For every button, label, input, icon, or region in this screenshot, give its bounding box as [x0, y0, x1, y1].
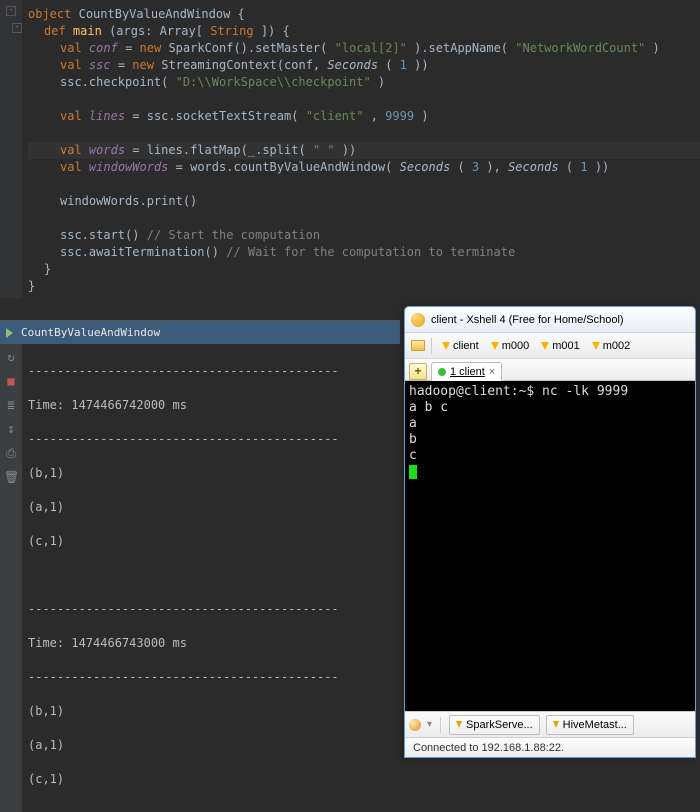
stop-icon[interactable]: ■: [4, 374, 18, 388]
sparkserver-button[interactable]: SparkServe...: [449, 715, 540, 735]
xshell-app-icon: [411, 313, 425, 327]
hivemetastore-button[interactable]: HiveMetast...: [546, 715, 634, 735]
xshell-title-text: client - Xshell 4 (Free for Home/School): [431, 314, 624, 326]
print-icon[interactable]: ⎙: [4, 446, 18, 460]
terminal-line: b: [409, 432, 691, 448]
keyword: def: [44, 24, 66, 38]
xshell-tabbar: + 1 client ×: [405, 359, 695, 381]
console-output[interactable]: ----------------------------------------…: [22, 344, 400, 812]
xshell-toolbar: client m000 m001 m002: [405, 333, 695, 359]
cursor-icon: [409, 465, 417, 479]
bolt-icon: [541, 342, 549, 350]
terminal-line: hadoop@client:~$ nc -lk 9999: [409, 384, 691, 400]
folder-icon[interactable]: [411, 340, 425, 351]
separator: [431, 338, 432, 354]
fn-name: main: [73, 24, 102, 38]
terminal-line: c: [409, 448, 691, 464]
session-client[interactable]: client: [438, 339, 483, 353]
gear-icon[interactable]: [409, 719, 421, 731]
run-header[interactable]: CountByValueAndWindow: [0, 320, 400, 344]
tab-client[interactable]: 1 client ×: [431, 362, 502, 381]
keyword: object: [28, 7, 71, 21]
bolt-icon: [553, 721, 559, 728]
tab-label: 1 client: [450, 366, 485, 378]
pause-icon[interactable]: ≣: [4, 398, 18, 412]
terminal-line: a b c: [409, 400, 691, 416]
session-m002[interactable]: m002: [588, 339, 635, 353]
scroll-icon[interactable]: ↧: [4, 422, 18, 436]
console-pane: ↻ ■ ≣ ↧ ⎙ 🗑 ----------------------------…: [0, 344, 400, 812]
xshell-statusbar: Connected to 192.168.1.88:22.: [405, 737, 695, 757]
session-m000[interactable]: m000: [487, 339, 534, 353]
session-m001[interactable]: m001: [537, 339, 584, 353]
separator: [440, 717, 441, 733]
bolt-icon: [592, 342, 600, 350]
bolt-icon: [456, 721, 462, 728]
xshell-bottombar: ▾ SparkServe... HiveMetast...: [405, 711, 695, 737]
add-tab-button[interactable]: +: [409, 363, 427, 380]
fold-handle[interactable]: -: [12, 23, 22, 33]
connected-dot-icon: [438, 368, 446, 376]
status-text: Connected to 192.168.1.88:22.: [413, 742, 564, 754]
fold-handle[interactable]: -: [6, 6, 16, 16]
bolt-icon: [491, 342, 499, 350]
run-config-name: CountByValueAndWindow: [21, 326, 160, 339]
run-icon: [6, 328, 13, 338]
dropdown-icon[interactable]: ▾: [427, 719, 432, 730]
xshell-titlebar[interactable]: client - Xshell 4 (Free for Home/School): [405, 307, 695, 333]
close-icon[interactable]: ×: [489, 366, 495, 378]
rerun-icon[interactable]: ↻: [4, 350, 18, 364]
terminal[interactable]: hadoop@client:~$ nc -lk 9999 a b c a b c: [405, 381, 695, 711]
terminal-line: a: [409, 416, 691, 432]
type: String: [210, 24, 253, 38]
class-name: CountByValueAndWindow: [79, 7, 231, 21]
xshell-window: client - Xshell 4 (Free for Home/School)…: [404, 306, 696, 758]
bolt-icon: [442, 342, 450, 350]
trash-icon[interactable]: 🗑: [4, 470, 18, 484]
code-editor[interactable]: object CountByValueAndWindow { def main …: [0, 0, 700, 298]
